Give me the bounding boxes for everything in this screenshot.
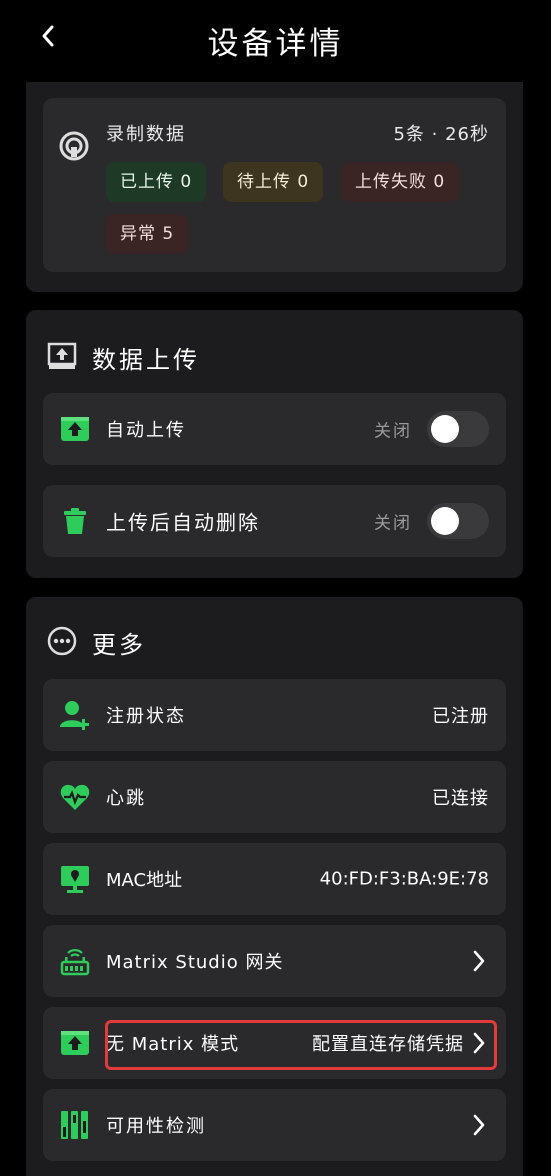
tag-pending: 待上传 0 [223,162,324,202]
upload-section-title: 数据上传 [92,346,200,374]
user-add-icon [60,701,89,730]
chevron-right-icon [473,950,485,972]
mac-row: MAC地址 40:FD:F3:BA:9E:78 [43,843,506,915]
register-value: 已注册 [432,706,489,727]
recording-summary: 5条 · 26秒 [393,124,489,145]
gateway-label: Matrix Studio 网关 [106,952,284,973]
upload-box-icon [61,1031,89,1055]
heartbeat-label: 心跳 [106,788,146,809]
highlight-box [105,1020,497,1070]
trash-icon [64,508,86,534]
auto-upload-row[interactable]: 自动上传 关闭 [43,393,506,465]
more-section-title: 更多 [92,631,146,659]
auto-delete-label: 上传后自动删除 [106,510,260,535]
equalizer-icon [61,1111,88,1139]
header-bar: 设备详情 [0,0,551,82]
recording-row: 录制数据 5条 · 26秒 已上传 0 待上传 0 上传失败 0 异常 5 [43,98,506,272]
heart-pulse-icon [60,784,90,810]
gateway-row[interactable]: Matrix Studio 网关 [43,925,506,997]
toggle-knob [431,507,459,535]
upload-card: 数据上传 自动上传 关闭 上传后自动删除 关闭 [26,310,523,578]
router-icon [60,949,90,976]
auto-upload-toggle[interactable] [427,411,489,447]
upload-tray-icon [47,342,77,369]
recording-card: 录制数据 5条 · 26秒 已上传 0 待上传 0 上传失败 0 异常 5 [26,82,523,292]
mac-label: MAC地址 [106,870,183,891]
tag-failed: 上传失败 0 [341,162,460,202]
mac-value: 40:FD:F3:BA:9E:78 [319,868,489,890]
recording-label: 录制数据 [106,124,186,145]
auto-delete-toggle[interactable] [427,503,489,539]
monitor-location-icon [61,866,89,893]
record-disc-icon [59,131,89,161]
more-card: 更多 注册状态 已注册 心跳 已连接 MAC地址 40:FD:F3:BA:9E:… [26,597,523,1176]
register-row: 注册状态 已注册 [43,679,506,751]
heartbeat-row: 心跳 已连接 [43,761,506,833]
tag-uploaded: 已上传 0 [106,162,207,202]
chevron-right-icon [473,1114,485,1136]
auto-upload-label: 自动上传 [106,420,186,441]
register-label: 注册状态 [106,706,186,727]
toggle-knob [431,415,459,443]
heartbeat-value: 已连接 [432,788,489,809]
tag-abnormal: 异常 5 [106,214,189,254]
more-dots-icon [47,626,77,656]
availability-row[interactable]: 可用性检测 [43,1089,506,1161]
upload-box-icon [61,417,89,441]
auto-delete-state: 关闭 [374,513,412,534]
availability-label: 可用性检测 [106,1116,206,1137]
auto-upload-state: 关闭 [374,421,412,442]
auto-delete-row[interactable]: 上传后自动删除 关闭 [43,485,506,557]
page-title: 设备详情 [207,26,344,62]
